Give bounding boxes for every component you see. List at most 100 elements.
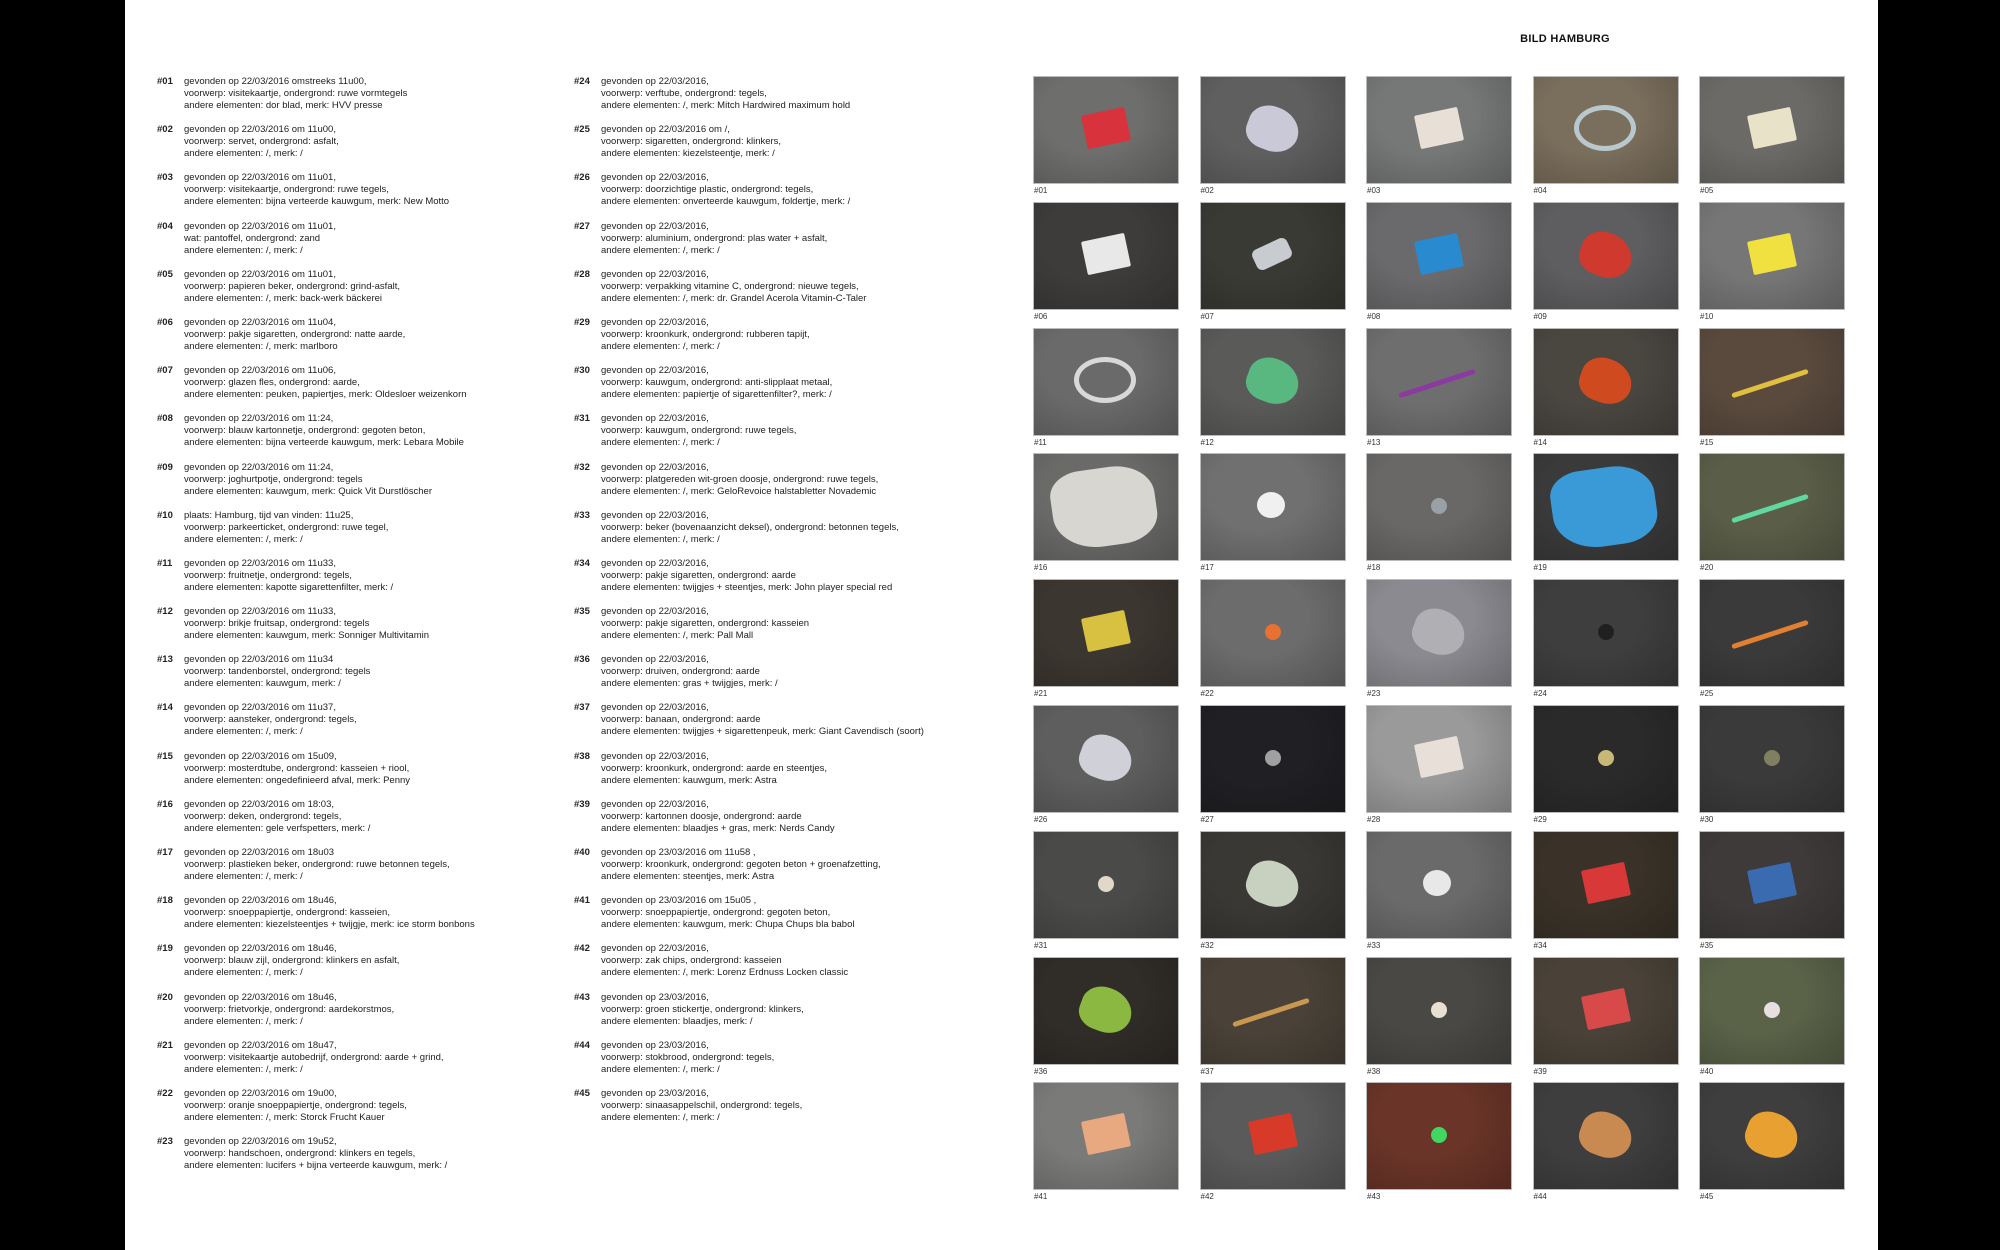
page-gutter	[997, 0, 999, 1250]
entry-line: voorwerp: frietvorkje, ondergrond: aarde…	[184, 1003, 395, 1015]
litter-photo	[1532, 579, 1679, 688]
list-item: #31 gevonden op 22/03/2016, voorwerp: kauw…	[574, 413, 974, 461]
litter-photo	[1699, 956, 1845, 1065]
list-item: #26 gevonden op 22/03/2016, voorwerp: door…	[574, 172, 974, 220]
litter-photo	[1532, 327, 1679, 436]
litter-photo	[1033, 1082, 1179, 1191]
entry-text: gevonden op 22/03/2016, voorwerp: kauwgum…	[601, 413, 796, 449]
entry-line: voorwerp: kartonnen doosje, ondergrond: …	[601, 810, 802, 822]
entry-line: andere elementen: /, merk: /	[601, 1111, 720, 1123]
entry-line: andere elementen: /, merk: GeloRevoice h…	[601, 485, 877, 497]
entry-text: gevonden op 22/03/2016 om 19u52, voorwerp…	[184, 1136, 447, 1172]
photo-caption: #40	[1700, 1066, 1714, 1076]
litter-photo	[1033, 76, 1179, 184]
entry-line: gevonden op 22/03/2016 om 11u37,	[184, 702, 336, 714]
litter-object	[1413, 735, 1465, 779]
entry-number: #26	[574, 172, 590, 184]
list-item: #33 gevonden op 22/03/2016, voorwerp: beke…	[574, 510, 974, 558]
entry-line: voorwerp: papieren beker, ondergrond: gr…	[184, 280, 400, 292]
photo-caption: #01	[1034, 186, 1048, 195]
list-item: #15 gevonden op 22/03/2016 om 15u09, voorw…	[157, 751, 557, 799]
photo-item: #37	[1199, 956, 1346, 1076]
photo-item: #14	[1532, 327, 1679, 447]
list-item: #44 gevonden op 23/03/2016, voorwerp: stok…	[574, 1040, 974, 1088]
litter-object	[1746, 232, 1798, 275]
entry-line: gevonden op 22/03/2016 om 18u47,	[184, 1039, 337, 1051]
list-item: #29 gevonden op 22/03/2016, voorwerp: kroo…	[574, 317, 974, 365]
photo-caption: #24	[1533, 689, 1547, 699]
photo-item: #40	[1699, 956, 1845, 1076]
entry-line: gevonden op 23/03/2016,	[601, 1087, 709, 1099]
entry-line: gevonden op 22/03/2016 omstreeks 11u00,	[184, 76, 367, 87]
entry-line: voorwerp: sinaasappelschil, ondergrond: …	[601, 1099, 803, 1111]
litter-object	[1731, 494, 1809, 524]
photo-caption: #41	[1034, 1192, 1048, 1202]
entry-number: #18	[157, 895, 173, 907]
litter-photo	[1699, 1082, 1845, 1191]
entry-line: andere elementen: /, merk: back-werk bäc…	[184, 292, 383, 304]
entry-text: gevonden op 22/03/2016 om 11u06, voorwerp…	[184, 365, 467, 401]
entry-text: gevonden op 22/03/2016 om 18:03, voorwerp…	[184, 799, 370, 835]
entry-line: voorwerp: glazen fles, ondergrond: aarde…	[184, 377, 360, 389]
entry-text: gevonden op 22/03/2016, voorwerp: kartonn…	[601, 799, 835, 835]
litter-photo	[1532, 830, 1679, 939]
entry-number: #30	[574, 365, 590, 377]
photo-caption: #16	[1034, 563, 1048, 573]
litter-object	[1764, 750, 1780, 766]
list-item: #05 gevonden op 22/03/2016 om 11u01, voorw…	[157, 269, 557, 317]
entry-number: #20	[157, 991, 173, 1003]
entry-line: gevonden op 22/03/2016,	[601, 268, 709, 280]
litter-object	[1074, 980, 1138, 1040]
entry-text: gevonden op 22/03/2016, voorwerp: zak chi…	[601, 943, 848, 979]
entry-line: gevonden op 22/03/2016 om 11u01,	[184, 220, 336, 232]
entry-line: voorwerp: stokbrood, ondergrond: tegels,	[601, 1051, 775, 1063]
photo-caption: #04	[1533, 186, 1547, 195]
litter-object	[1264, 750, 1281, 766]
entry-text: gevonden op 22/03/2016 om 11u01, voorwerp…	[184, 172, 449, 208]
entry-number: #42	[574, 943, 590, 955]
book-spread: #01 gevonden op 22/03/2016 omstreeks 11u0…	[125, 0, 1878, 1250]
entry-number: #04	[157, 220, 173, 232]
entry-line: voorwerp: blauw kartonnetje, ondergrond:…	[184, 425, 426, 437]
photo-item: #20	[1699, 453, 1845, 572]
entry-number: #03	[157, 172, 173, 184]
entry-line: gevonden op 22/03/2016 om 19u52,	[184, 1136, 337, 1148]
entry-text: gevonden op 22/03/2016, voorwerp: banaan,…	[601, 702, 924, 738]
entry-text: gevonden op 22/03/2016 om /, voorwerp: si…	[601, 124, 781, 160]
litter-photo	[1699, 705, 1845, 813]
litter-object	[1597, 624, 1614, 641]
photo-item: #30	[1699, 705, 1845, 824]
entry-line: gevonden op 22/03/2016,	[601, 461, 709, 473]
list-item: #03 gevonden op 22/03/2016 om 11u01, voorw…	[157, 172, 557, 220]
photo-caption: #28	[1367, 815, 1381, 824]
photo-item: #24	[1532, 579, 1679, 698]
entry-line: voorwerp: plastieken beker, ondergrond: …	[184, 859, 450, 870]
entry-number: #10	[157, 509, 173, 521]
litter-photo	[1366, 201, 1512, 310]
entry-line: andere elementen: ongedefinieerd afval, …	[184, 774, 411, 786]
photo-caption: #13	[1367, 437, 1381, 447]
entry-line: voorwerp: visitekaartje autobedrijf, ond…	[184, 1051, 444, 1063]
list-item: #17 gevonden op 22/03/2016 om 18u03 voorwe…	[157, 847, 557, 895]
entry-line: andere elementen: bijna verteerde kauwgu…	[184, 196, 450, 208]
list-item: #28 gevonden op 22/03/2016, voorwerp: verp…	[574, 269, 974, 317]
photo-caption: #05	[1700, 186, 1714, 195]
entry-line: andere elementen: /, merk: /	[184, 871, 303, 882]
entry-line: andere elementen: /, merk: Mitch Hardwir…	[601, 100, 851, 111]
list-item: #45 gevonden op 23/03/2016, voorwerp: sina…	[574, 1088, 974, 1136]
litter-object	[1431, 498, 1447, 515]
photo-item: #28	[1366, 705, 1512, 824]
list-item: #04 gevonden op 22/03/2016 om 11u01, wat: …	[157, 221, 557, 269]
litter-photo	[1699, 830, 1845, 939]
list-item: #24 gevonden op 22/03/2016, voorwerp: verf…	[574, 76, 974, 124]
litter-photo	[1532, 76, 1679, 184]
litter-photo	[1033, 201, 1179, 310]
entry-text: gevonden op 22/03/2016, voorwerp: platger…	[601, 462, 878, 498]
photo-caption: #02	[1200, 186, 1214, 195]
entry-number: #19	[157, 943, 173, 955]
list-item: #09 gevonden op 22/03/2016 om 11:24, voorw…	[157, 462, 557, 510]
litter-object	[1080, 106, 1132, 150]
entry-text: gevonden op 22/03/2016 om 11:24, voorwerp…	[184, 413, 464, 449]
entry-line: gevonden op 22/03/2016,	[601, 413, 709, 425]
photo-caption: #07	[1200, 311, 1214, 321]
